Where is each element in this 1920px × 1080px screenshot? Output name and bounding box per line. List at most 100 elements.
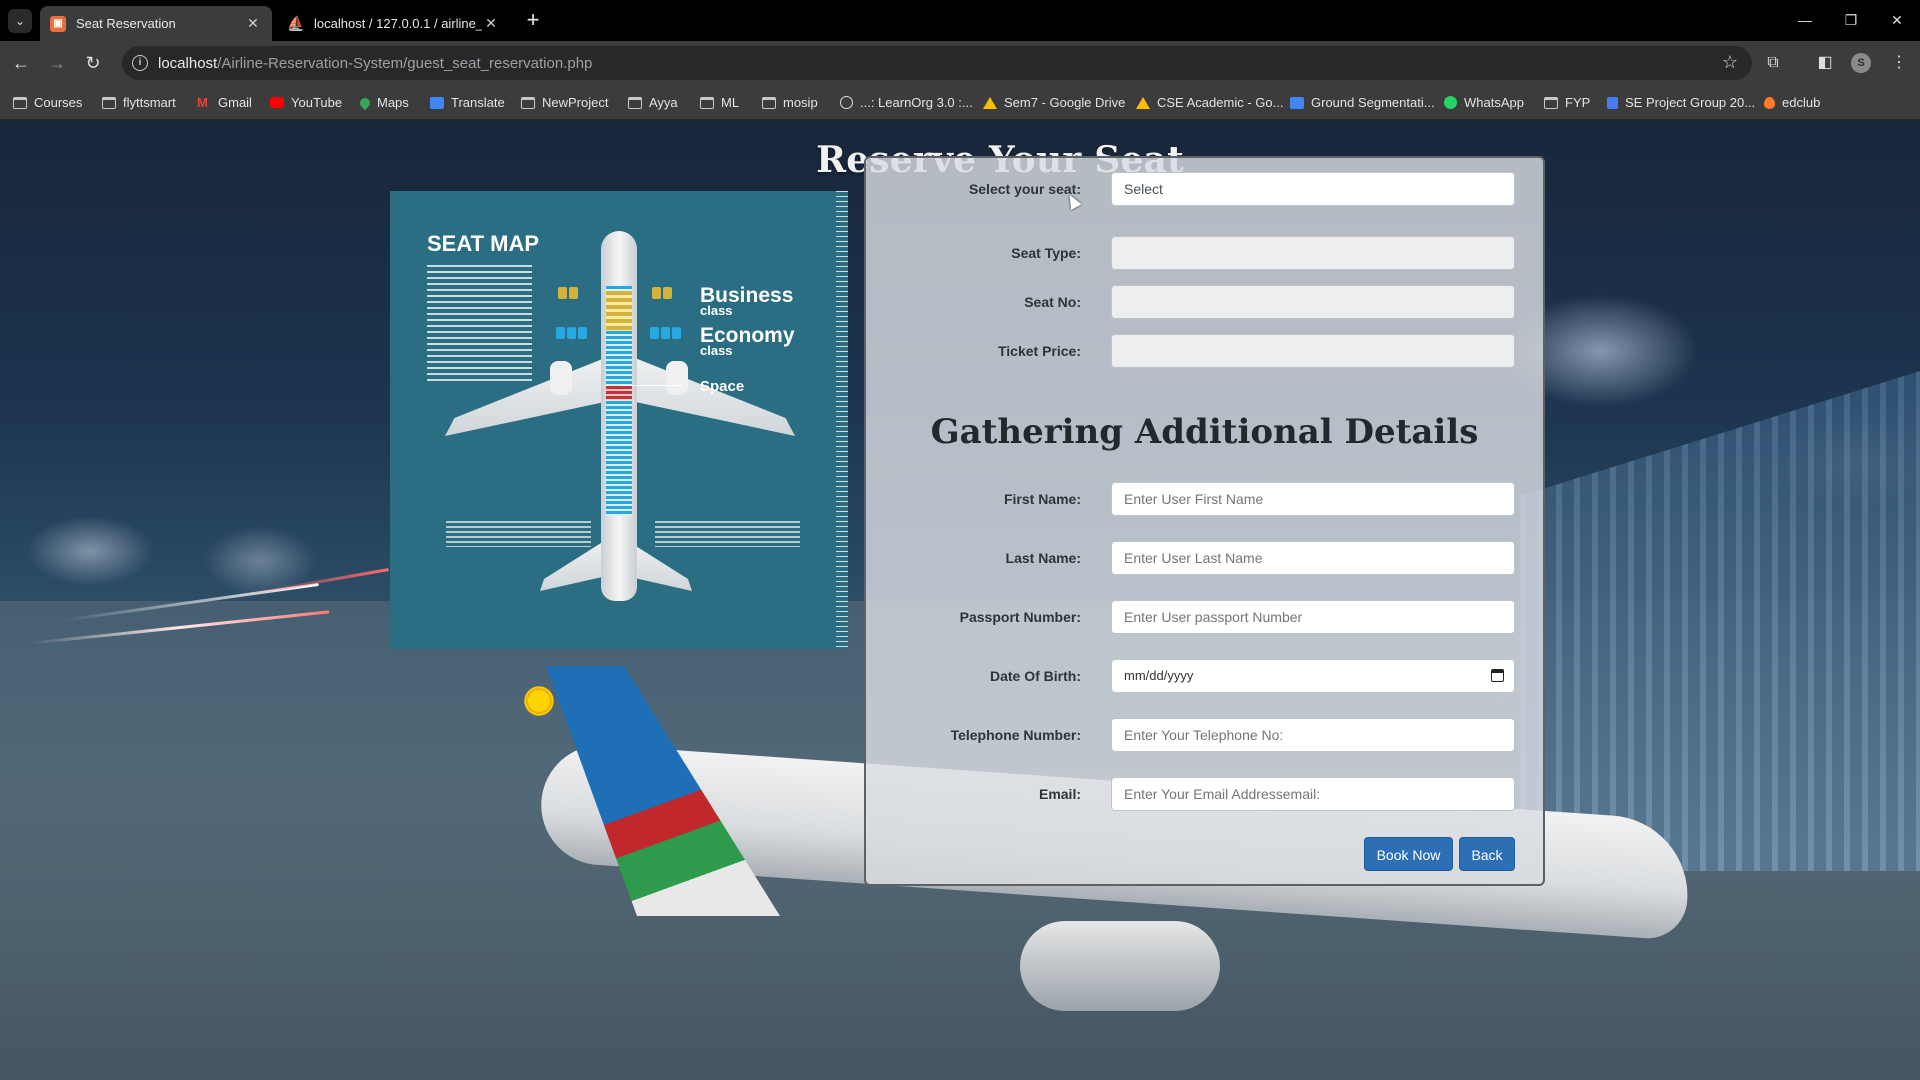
- telephone-row: Telephone Number:: [866, 718, 1543, 752]
- tab-search-icon[interactable]: ⌄: [8, 9, 32, 33]
- site-info-icon[interactable]: i: [132, 55, 148, 71]
- section-title: Gathering Additional Details: [930, 412, 1479, 452]
- space-label: Space: [700, 378, 745, 395]
- passport-label: Passport Number:: [959, 609, 1081, 625]
- light-streak: [240, 567, 390, 598]
- seat-key-business-right: [652, 287, 672, 301]
- dob-placeholder: mm/dd/yyyy: [1124, 668, 1194, 683]
- book-now-button[interactable]: Book Now: [1364, 837, 1453, 871]
- passport-field[interactable]: [1111, 600, 1515, 634]
- folder-icon: [13, 96, 27, 109]
- tab-title: Seat Reservation: [76, 16, 176, 31]
- dob-date-field[interactable]: mm/dd/yyyy: [1111, 659, 1515, 693]
- seat-select-row: Select your seat: Select: [866, 172, 1543, 206]
- space-cabin-seats: [606, 386, 632, 400]
- edclub-icon: [1764, 96, 1775, 109]
- email-field[interactable]: [1111, 777, 1515, 811]
- bookmark-ayya[interactable]: Ayya: [628, 85, 678, 120]
- new-tab-button[interactable]: +: [520, 8, 546, 34]
- bookmark-youtube[interactable]: YouTube: [270, 85, 342, 120]
- reservation-form: Select your seat: Select Seat Type: Seat…: [864, 156, 1545, 886]
- close-tab-icon[interactable]: ✕: [244, 15, 262, 32]
- tab-seat-reservation[interactable]: ▣ Seat Reservation ✕: [40, 6, 272, 41]
- close-window-icon[interactable]: ✕: [1874, 0, 1920, 41]
- bookmark-cse-academic[interactable]: CSE Academic - Go...: [1136, 85, 1283, 120]
- tab-phpmyadmin[interactable]: ⛵ localhost / 127.0.0.1 / airline_re ✕: [278, 6, 510, 41]
- google-drive-icon: [1136, 96, 1150, 109]
- page-viewport: Reserve Your Seat SEAT MAP Businessclass…: [0, 121, 1920, 1080]
- extensions-icon[interactable]: ⧉: [1761, 51, 1785, 75]
- bookmark-whatsapp[interactable]: WhatsApp: [1444, 85, 1524, 120]
- folder-icon: [628, 96, 642, 109]
- minimize-icon[interactable]: —: [1782, 0, 1828, 41]
- calendar-icon[interactable]: [1491, 669, 1504, 682]
- reload-icon[interactable]: ↻: [81, 51, 105, 75]
- url-text: localhost/Airline-Reservation-System/gue…: [158, 55, 593, 72]
- seat-no-field[interactable]: [1111, 285, 1515, 319]
- ticket-price-row: Ticket Price:: [866, 334, 1543, 368]
- maps-icon: [357, 95, 373, 110]
- forward-icon[interactable]: →: [45, 51, 69, 75]
- plane-engine-left: [550, 361, 572, 395]
- bookmark-mosip[interactable]: mosip: [762, 85, 818, 120]
- terminal-building-background: [1520, 371, 1920, 871]
- bookmark-newproject[interactable]: NewProject: [521, 85, 608, 120]
- seat-no-row: Seat No:: [866, 285, 1543, 319]
- seat-reservation-favicon: ▣: [50, 15, 66, 32]
- bookmark-gmail[interactable]: M Gmail: [197, 85, 252, 120]
- seat-type-label: Seat Type:: [1011, 245, 1081, 261]
- dob-row: Date Of Birth: mm/dd/yyyy: [866, 659, 1543, 693]
- bookmark-maps[interactable]: Maps: [357, 85, 409, 120]
- seat-type-row: Seat Type:: [866, 236, 1543, 270]
- first-name-field[interactable]: [1111, 482, 1515, 516]
- bookmark-courses[interactable]: Courses: [13, 85, 82, 120]
- bookmark-fyp[interactable]: FYP: [1544, 85, 1590, 120]
- seat-map-footer-text-right: [655, 521, 800, 547]
- translate-icon: [430, 96, 444, 109]
- side-panel-icon[interactable]: ◧: [1813, 51, 1837, 75]
- phpmyadmin-favicon: ⛵: [287, 15, 305, 31]
- seat-key-economy-left: [556, 327, 587, 341]
- close-tab-icon[interactable]: ✕: [482, 15, 500, 32]
- last-name-row: Last Name:: [866, 541, 1543, 575]
- business-cabin-seats: [606, 291, 632, 331]
- seat-select-dropdown[interactable]: Select: [1111, 172, 1515, 206]
- bookmark-edclub[interactable]: edclub: [1764, 85, 1820, 120]
- browser-toolbar: ← → ↻ i localhost/Airline-Reservation-Sy…: [0, 41, 1920, 85]
- economy-class-label: Economy class: [700, 324, 795, 358]
- plane-engine-right: [666, 361, 688, 395]
- email-row: Email:: [866, 777, 1543, 811]
- bookmark-sem7-drive[interactable]: Sem7 - Google Drive: [983, 85, 1125, 120]
- youtube-icon: [270, 97, 284, 108]
- last-name-field[interactable]: [1111, 541, 1515, 575]
- bookmark-learnorg[interactable]: ...: LearnOrg 3.0 :...: [840, 85, 973, 120]
- folder-icon: [102, 96, 116, 109]
- menu-icon[interactable]: ⋮: [1887, 51, 1911, 75]
- space-pointer-line: [622, 385, 682, 386]
- telephone-label: Telephone Number:: [950, 727, 1081, 743]
- bookmark-ml[interactable]: ML: [700, 85, 739, 120]
- bookmark-star-icon[interactable]: ☆: [1722, 52, 1738, 73]
- tail-sun-logo: [522, 684, 556, 718]
- folder-icon: [521, 96, 535, 109]
- seat-type-field[interactable]: [1111, 236, 1515, 270]
- bookmark-translate[interactable]: Translate: [430, 85, 505, 120]
- google-drive-icon: [983, 96, 997, 109]
- seat-map-footer-text-left: [446, 521, 591, 547]
- seat-map-placeholder-text: [427, 265, 532, 383]
- profile-avatar[interactable]: S: [1851, 53, 1871, 73]
- globe-icon: [840, 96, 853, 109]
- telephone-field[interactable]: [1111, 718, 1515, 752]
- bookmark-flyttsmart[interactable]: flyttsmart: [102, 85, 176, 120]
- gmail-icon: M: [197, 95, 208, 110]
- bookmarks-bar: Courses flyttsmart M Gmail YouTube Maps T…: [0, 85, 1920, 120]
- bookmark-ground-segmentation[interactable]: Ground Segmentati...: [1290, 85, 1435, 120]
- ticket-price-field[interactable]: [1111, 334, 1515, 368]
- back-icon[interactable]: ←: [9, 51, 33, 75]
- restore-icon[interactable]: ❐: [1828, 0, 1874, 41]
- address-bar[interactable]: i localhost/Airline-Reservation-System/g…: [122, 46, 1752, 80]
- business-class-label: Business class: [700, 284, 794, 318]
- back-button[interactable]: Back: [1459, 837, 1515, 871]
- bookmark-se-project[interactable]: SE Project Group 20...: [1607, 85, 1755, 120]
- folder-icon: [762, 96, 776, 109]
